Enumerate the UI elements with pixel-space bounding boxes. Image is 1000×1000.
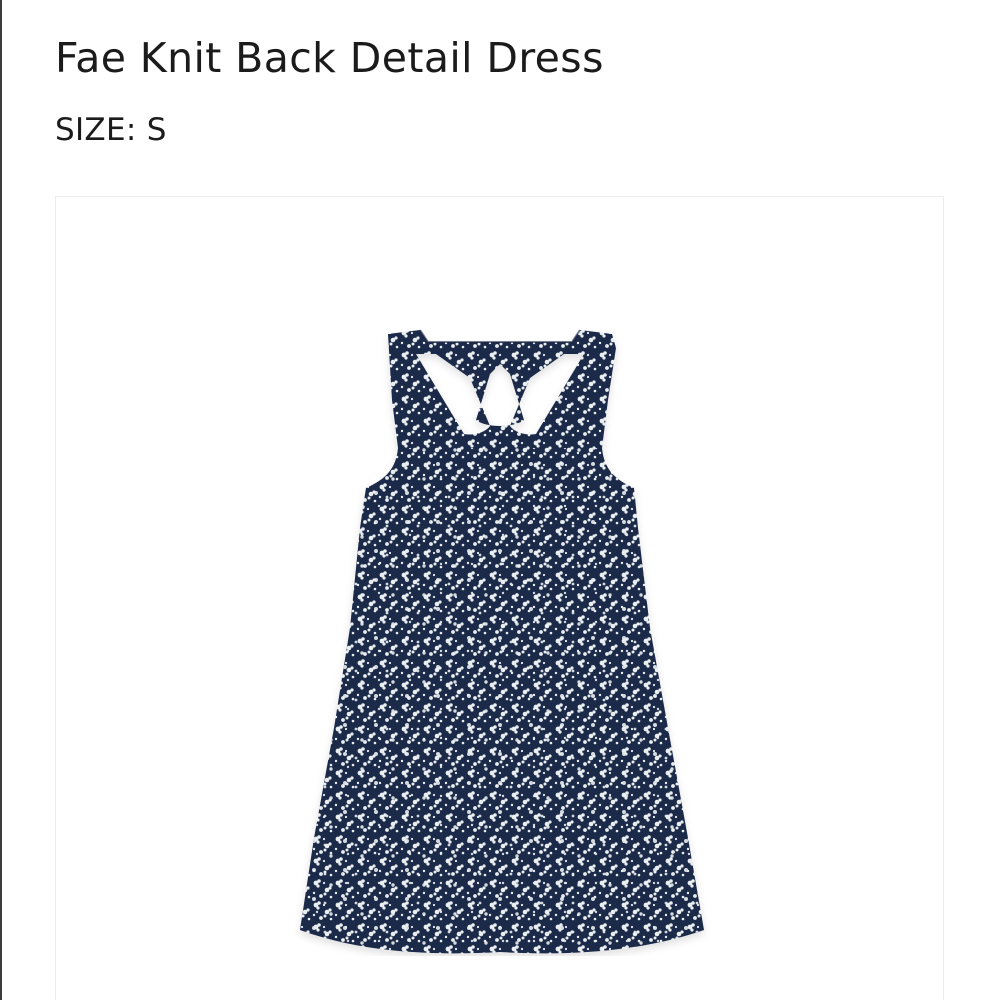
product-title: Fae Knit Back Detail Dress (55, 34, 604, 82)
left-divider (0, 0, 2, 1000)
size-value: S (146, 112, 167, 148)
size-info: SIZE: S (55, 110, 167, 150)
dress-image (300, 329, 704, 954)
size-label: SIZE: (55, 112, 137, 148)
